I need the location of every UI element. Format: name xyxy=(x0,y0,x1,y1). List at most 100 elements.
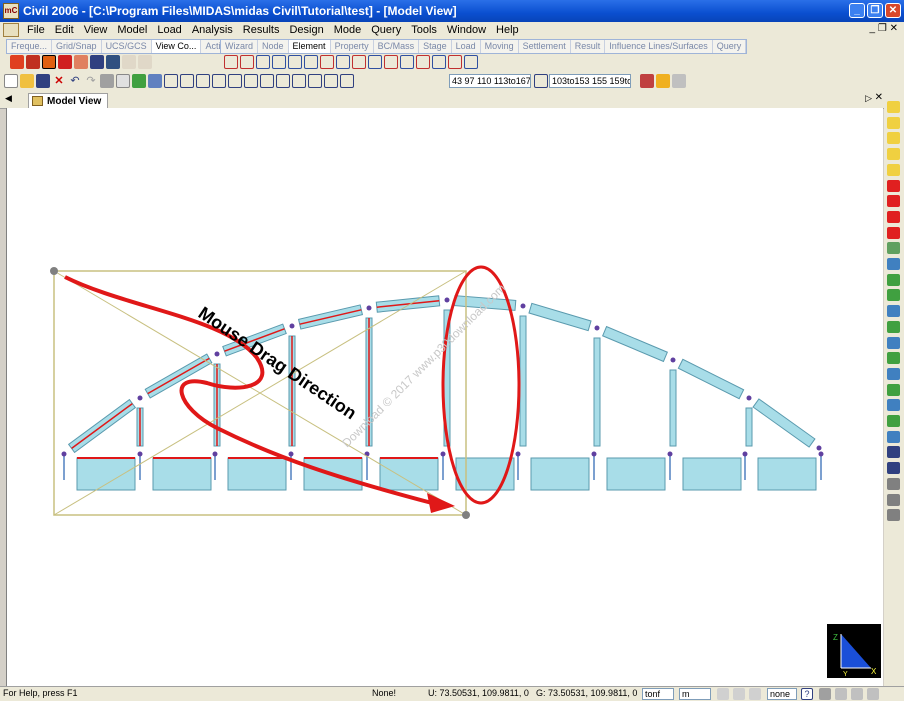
display-icon[interactable] xyxy=(42,55,56,69)
view-mode-icon-4[interactable] xyxy=(867,688,879,700)
lock-icon[interactable] xyxy=(656,74,670,88)
divide-element-icon[interactable] xyxy=(320,55,334,69)
filter-select[interactable]: none xyxy=(767,688,797,700)
tab-node[interactable]: Node xyxy=(258,40,289,53)
right-tool-icon[interactable] xyxy=(887,305,900,318)
hidden-icon[interactable] xyxy=(10,55,24,69)
menu-results[interactable]: Results xyxy=(238,24,285,36)
right-tool-icon[interactable] xyxy=(887,383,900,396)
menu-query[interactable]: Query xyxy=(366,24,406,36)
monitor-icon[interactable] xyxy=(90,55,104,69)
grid-icon[interactable] xyxy=(733,688,745,700)
new-file-icon[interactable] xyxy=(4,74,18,88)
tab-ucs-gcs[interactable]: UCS/GCS xyxy=(102,40,152,53)
right-tool-icon[interactable] xyxy=(887,273,900,286)
help-icon[interactable]: ? xyxy=(801,688,813,700)
tab-stage[interactable]: Stage xyxy=(419,40,452,53)
right-tool-icon[interactable] xyxy=(887,163,900,176)
label-icon[interactable] xyxy=(138,55,152,69)
tab-load[interactable]: Load xyxy=(452,40,481,53)
delete-element-icon[interactable] xyxy=(240,55,254,69)
right-tool-icon[interactable] xyxy=(887,242,900,255)
tab-bc-mass[interactable]: BC/Mass xyxy=(374,40,420,53)
right-tool-icon[interactable] xyxy=(887,493,900,506)
model-view-canvas[interactable]: Mouse Drag Direction Download © 2017 www… xyxy=(6,108,883,686)
menu-load[interactable]: Load xyxy=(152,24,186,36)
menu-model[interactable]: Model xyxy=(112,24,152,36)
tab-model-view[interactable]: Model View xyxy=(28,93,109,109)
app-icon[interactable]: mC xyxy=(3,3,19,19)
select-previous-icon[interactable] xyxy=(228,74,242,88)
plane-select-icon[interactable] xyxy=(196,74,210,88)
node-select-icon[interactable] xyxy=(340,74,354,88)
extrude-icon[interactable] xyxy=(288,55,302,69)
play-icon[interactable] xyxy=(749,688,761,700)
right-tool-icon[interactable] xyxy=(887,116,900,129)
unselect-all-icon[interactable] xyxy=(276,74,290,88)
start-number-icon[interactable] xyxy=(464,55,478,69)
mdi-controls[interactable]: _ ❐ ✕ xyxy=(870,23,898,34)
shrink-icon[interactable] xyxy=(26,55,40,69)
menu-mode[interactable]: Mode xyxy=(329,24,367,36)
right-tool-icon[interactable] xyxy=(887,179,900,192)
tab-query[interactable]: Query xyxy=(713,40,747,53)
tab-settlement[interactable]: Settlement xyxy=(519,40,571,53)
right-tool-icon[interactable] xyxy=(887,477,900,490)
undo-icon[interactable]: ↶ xyxy=(68,74,82,88)
tab-wizard[interactable]: Wizard xyxy=(221,40,259,53)
close-file-icon[interactable]: ✕ xyxy=(52,74,66,88)
element-select-icon[interactable] xyxy=(534,74,548,88)
menu-design[interactable]: Design xyxy=(284,24,328,36)
right-tool-icon[interactable] xyxy=(887,430,900,443)
unselect-icon[interactable] xyxy=(260,74,274,88)
text-size-icon[interactable] xyxy=(122,55,136,69)
polygon-select-icon[interactable] xyxy=(164,74,178,88)
right-tool-icon[interactable] xyxy=(887,101,900,113)
save-icon[interactable] xyxy=(36,74,50,88)
inactivate-icon[interactable] xyxy=(308,74,322,88)
menu-edit[interactable]: Edit xyxy=(50,24,79,36)
screen-icon[interactable] xyxy=(106,55,120,69)
tab-property[interactable]: Property xyxy=(331,40,374,53)
line-select-icon[interactable] xyxy=(180,74,194,88)
tab-view-control[interactable]: View Co... xyxy=(151,40,202,53)
right-tool-icon[interactable] xyxy=(887,148,900,161)
mirror-element-icon[interactable] xyxy=(304,55,318,69)
print-preview-icon[interactable] xyxy=(116,74,130,88)
activate-all-icon[interactable] xyxy=(324,74,338,88)
right-tool-icon[interactable] xyxy=(887,226,900,239)
right-tool-icon[interactable] xyxy=(887,352,900,365)
merge-element-icon[interactable] xyxy=(336,55,350,69)
rotate-element-icon[interactable] xyxy=(272,55,286,69)
menu-view[interactable]: View xyxy=(79,24,113,36)
tab-scroll-right-icon[interactable]: ▷ xyxy=(865,93,872,104)
doc-icon[interactable] xyxy=(3,23,19,37)
print-icon[interactable] xyxy=(100,74,114,88)
element-table-icon[interactable] xyxy=(416,55,430,69)
right-tool-icon[interactable] xyxy=(887,132,900,145)
view-mode-icon-3[interactable] xyxy=(851,688,863,700)
right-tool-icon[interactable] xyxy=(887,462,900,475)
menu-help[interactable]: Help xyxy=(491,24,524,36)
snap-icon[interactable] xyxy=(717,688,729,700)
menu-analysis[interactable]: Analysis xyxy=(187,24,238,36)
length-unit-select[interactable]: m xyxy=(679,688,711,700)
tab-scroll-left-icon[interactable]: ◀ xyxy=(5,93,12,104)
menu-window[interactable]: Window xyxy=(442,24,491,36)
restore-button[interactable]: ❐ xyxy=(867,3,883,18)
tab-close-icon[interactable]: ✕ xyxy=(875,92,883,103)
right-tool-icon[interactable] xyxy=(887,446,900,459)
view-mode-icon-1[interactable] xyxy=(819,688,831,700)
tab-result[interactable]: Result xyxy=(571,40,606,53)
renumber-icon[interactable] xyxy=(400,55,414,69)
volume-select-icon[interactable] xyxy=(212,74,226,88)
right-tool-icon[interactable] xyxy=(887,195,900,208)
right-tool-icon[interactable] xyxy=(887,399,900,412)
window-select-icon[interactable] xyxy=(148,74,162,88)
force-unit-select[interactable]: tonf xyxy=(642,688,674,700)
close-button[interactable]: ✕ xyxy=(885,3,901,18)
unlock-icon[interactable] xyxy=(672,74,686,88)
view-mode-icon-2[interactable] xyxy=(835,688,847,700)
clear-icon[interactable] xyxy=(640,74,654,88)
right-tool-icon[interactable] xyxy=(887,415,900,427)
